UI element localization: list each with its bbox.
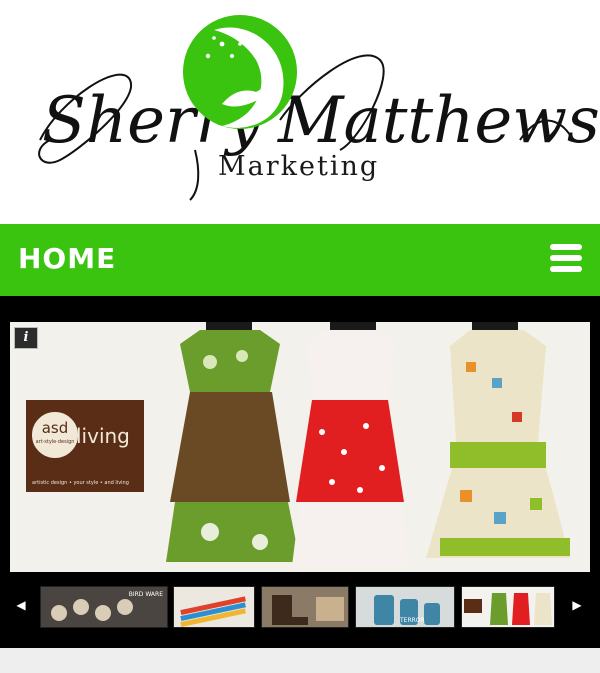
thumbnail-muffin-tins[interactable]: BIRD WARE: [40, 586, 168, 628]
thumbnail-strip: ◀ BIRD WARE TERROR ▶: [0, 586, 600, 628]
image-slider: asd art·style·design living artistic des…: [0, 296, 600, 648]
aprons-thumb-image: [462, 587, 554, 627]
logo-graphic: Sherry Matthews Marketing: [38, 15, 600, 201]
logo-subtitle: Marketing: [218, 151, 379, 182]
footer-strip: [0, 648, 600, 673]
thumbnail-boots[interactable]: [261, 586, 349, 628]
thumbnail-canisters[interactable]: TERROR: [355, 586, 455, 628]
slide-image-aprons[interactable]: asd art·style·design living artistic des…: [10, 322, 590, 572]
asd-living-logo: asd art·style·design living artistic des…: [26, 400, 144, 492]
asd-tagline: artistic design • your style • and livin…: [32, 480, 129, 486]
boots-image: [262, 587, 348, 627]
site-logo[interactable]: Sherry Matthews Marketing: [0, 0, 600, 224]
moon-woman-stars-icon: [183, 15, 297, 129]
thumbnail-knives[interactable]: [173, 586, 255, 628]
asd-logo-circle: asd art·style·design: [32, 412, 78, 458]
info-icon[interactable]: i: [14, 327, 38, 349]
knives-image: [174, 587, 254, 627]
asd-logo-subtext: art·style·design: [35, 439, 75, 445]
logo-name-last: Matthews: [277, 84, 600, 158]
thumbnail-label: TERROR: [400, 617, 425, 624]
right-arrow-icon[interactable]: ▶: [568, 596, 586, 614]
main-nav-bar: HOME: [0, 224, 600, 296]
thumbnail-label: BIRD WARE: [128, 591, 163, 598]
left-arrow-icon[interactable]: ◀: [12, 596, 30, 614]
asd-logo-text: asd: [41, 419, 69, 437]
asd-living-word: living: [76, 424, 130, 448]
nav-home-title[interactable]: HOME: [18, 242, 116, 275]
thumbnail-aprons[interactable]: [461, 586, 555, 628]
hamburger-menu-icon[interactable]: [550, 244, 582, 274]
